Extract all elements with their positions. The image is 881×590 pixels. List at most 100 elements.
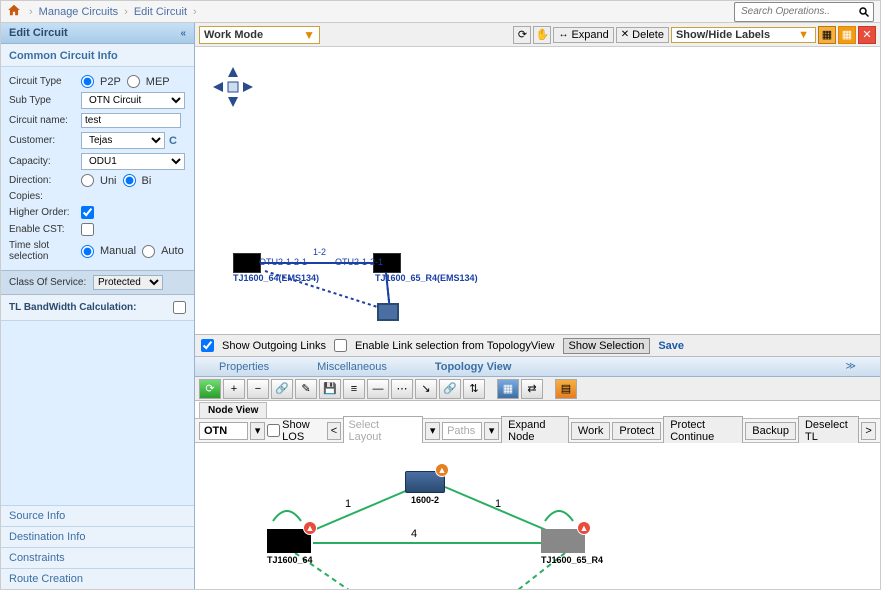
- cst-check[interactable]: [81, 223, 94, 236]
- timeslot-label: Time slot selection: [9, 240, 81, 262]
- paths-dd-icon[interactable]: ▾: [484, 422, 499, 440]
- node-right[interactable]: TJ1600_65_R4 ▲: [541, 529, 603, 565]
- capacity-select[interactable]: ODU1: [81, 153, 185, 170]
- tb-icon2[interactable]: ▦: [838, 26, 856, 44]
- cos-select[interactable]: Protected: [93, 275, 163, 290]
- layout-dd-icon[interactable]: ▾: [425, 422, 440, 440]
- node-right-label: TJ1600_65_R4(EMS134): [375, 273, 478, 283]
- sidebar-constraints[interactable]: Constraints: [1, 547, 194, 568]
- edit-icon[interactable]: ✎: [295, 379, 317, 399]
- tb-icon1[interactable]: ▦: [818, 26, 836, 44]
- search-icon[interactable]: [855, 3, 873, 21]
- alt-icon[interactable]: ▤: [555, 379, 577, 399]
- otn-select[interactable]: OTN: [199, 422, 248, 440]
- sidebar-dest[interactable]: Destination Info: [1, 526, 194, 547]
- enable-link-check[interactable]: [334, 339, 347, 352]
- higher-check[interactable]: [81, 206, 94, 219]
- tl-check[interactable]: [173, 301, 186, 314]
- grid-icon[interactable]: ▦: [497, 379, 519, 399]
- sort-icon[interactable]: ⇅: [463, 379, 485, 399]
- node-left-label: TJ1600_64(EMS134): [233, 273, 319, 283]
- close-icon[interactable]: ✕: [858, 26, 876, 44]
- circuitname-label: Circuit name:: [9, 115, 81, 126]
- home-icon[interactable]: [7, 3, 21, 20]
- next-icon[interactable]: >: [861, 422, 876, 440]
- nodeview-tab[interactable]: Node View: [199, 402, 267, 418]
- radio-bi[interactable]: [123, 174, 136, 187]
- zoomout-icon[interactable]: −: [247, 379, 269, 399]
- node-left[interactable]: [233, 253, 261, 273]
- show-selection-button[interactable]: Show Selection: [563, 338, 651, 354]
- layout-select[interactable]: Select Layout: [343, 416, 423, 446]
- sidebar-section[interactable]: Common Circuit Info: [1, 44, 194, 67]
- breadcrumb-manage[interactable]: Manage Circuits: [39, 6, 118, 18]
- expand-button[interactable]: ↔ Expand: [553, 27, 613, 43]
- line-icon[interactable]: —: [367, 379, 389, 399]
- breadcrumb-edit[interactable]: Edit Circuit: [134, 6, 187, 18]
- link-icon[interactable]: 🔗: [271, 379, 293, 399]
- protect-button[interactable]: Protect: [612, 422, 661, 440]
- search-input[interactable]: [735, 4, 855, 19]
- capacity-label: Capacity:: [9, 156, 81, 167]
- copies-label: Copies:: [9, 191, 81, 202]
- radio-uni[interactable]: [81, 174, 94, 187]
- tab-properties[interactable]: Properties: [219, 361, 269, 373]
- link2-icon[interactable]: 🔗: [439, 379, 461, 399]
- list-icon[interactable]: ≡: [343, 379, 365, 399]
- tab-topology[interactable]: Topology View: [435, 361, 512, 373]
- refresh-icon[interactable]: ⟳: [513, 26, 531, 44]
- deselect-button[interactable]: Deselect TL: [798, 416, 859, 446]
- delete-button[interactable]: ✕ Delete: [616, 27, 669, 43]
- pan-compass-icon[interactable]: [211, 65, 255, 109]
- sidebar-source[interactable]: Source Info: [1, 505, 194, 526]
- radio-manual[interactable]: [81, 245, 94, 258]
- otn-dd-icon[interactable]: ▾: [250, 422, 265, 440]
- prev-icon[interactable]: <: [327, 422, 342, 440]
- alarm-icon: ▲: [303, 521, 317, 535]
- sidebar-route[interactable]: Route Creation: [1, 568, 194, 589]
- save-icon[interactable]: 💾: [319, 379, 341, 399]
- customer-select[interactable]: Tejas: [81, 132, 165, 149]
- lower-topology-canvas[interactable]: 1 1 4 1600-2 ▲ TJ1600_64 ▲ TJ1600_65_R4 …: [195, 443, 880, 589]
- node-sel[interactable]: [377, 303, 399, 321]
- show-outgoing-check[interactable]: [201, 339, 214, 352]
- circuitname-input[interactable]: [81, 113, 181, 128]
- svg-text:1: 1: [345, 498, 351, 510]
- showlos-check[interactable]: [267, 424, 280, 437]
- tab-misc[interactable]: Miscellaneous: [317, 361, 387, 373]
- tabs-collapse-icon[interactable]: ≫: [846, 361, 856, 372]
- work-button[interactable]: Work: [571, 422, 610, 440]
- search-box[interactable]: [734, 2, 874, 22]
- svg-text:1: 1: [495, 498, 501, 510]
- save-button[interactable]: Save: [658, 340, 684, 352]
- direction-label: Direction:: [9, 175, 81, 186]
- dots-icon[interactable]: ⋯: [391, 379, 413, 399]
- showlos-label: Show LOS: [282, 419, 324, 443]
- hand-icon[interactable]: ✋: [533, 26, 551, 44]
- radio-auto[interactable]: [142, 245, 155, 258]
- refresh-icon[interactable]: ⟳: [199, 379, 221, 399]
- subtype-select[interactable]: OTN Circuit: [81, 92, 185, 109]
- zoomin-icon[interactable]: +: [223, 379, 245, 399]
- radio-mep[interactable]: [127, 75, 140, 88]
- backup-button[interactable]: Backup: [745, 422, 796, 440]
- subtype-label: Sub Type: [9, 95, 81, 106]
- upper-topology-canvas[interactable]: OTU2-1-2-1 OTU2-1-2-1 1-2 TJ1600_64(EMS1…: [195, 47, 880, 335]
- paths-select[interactable]: Paths: [442, 422, 482, 440]
- node-left[interactable]: TJ1600_64 ▲: [267, 529, 313, 565]
- show-outgoing-label: Show Outgoing Links: [222, 340, 326, 352]
- arrow-icon[interactable]: ↘: [415, 379, 437, 399]
- showhide-dropdown[interactable]: Show/Hide Labels▼: [671, 27, 816, 43]
- work-mode-dropdown[interactable]: Work Mode▼: [199, 26, 320, 44]
- customer-label: Customer:: [9, 135, 81, 146]
- svg-text:4: 4: [411, 528, 417, 540]
- collapse-icon[interactable]: «: [180, 28, 186, 39]
- shuffle-icon[interactable]: ⇄: [521, 379, 543, 399]
- expandnode-button[interactable]: Expand Node: [501, 416, 569, 446]
- protectcont-button[interactable]: Protect Continue: [663, 416, 743, 446]
- circuit-type-label: Circuit Type: [9, 76, 81, 87]
- radio-p2p[interactable]: [81, 75, 94, 88]
- node-top[interactable]: 1600-2 ▲: [405, 471, 445, 505]
- breadcrumb: › Manage Circuits › Edit Circuit ›: [29, 6, 197, 18]
- customer-c[interactable]: C: [169, 135, 177, 147]
